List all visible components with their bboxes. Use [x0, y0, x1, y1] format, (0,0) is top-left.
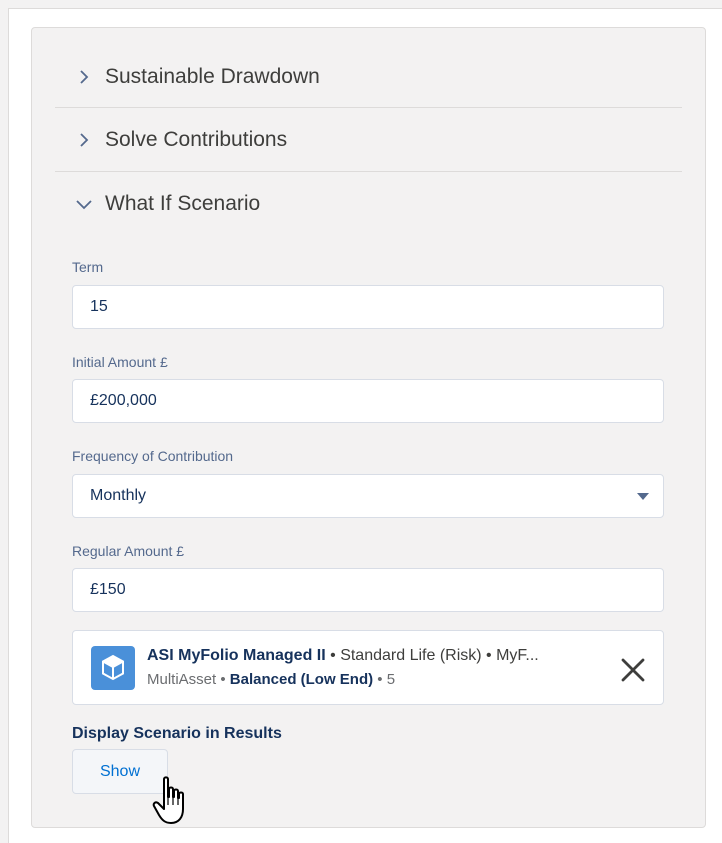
- frequency-select[interactable]: Monthly: [72, 474, 664, 518]
- fund-name: ASI MyFolio Managed II: [147, 647, 326, 664]
- section-what-if-scenario[interactable]: What If Scenario: [55, 173, 682, 235]
- initial-amount-value: £200,000: [90, 392, 157, 409]
- term-value: 15: [90, 298, 108, 315]
- cube-icon: [91, 646, 135, 690]
- regular-amount-label: Regular Amount £: [72, 543, 185, 559]
- initial-amount-label: Initial Amount £: [72, 354, 168, 370]
- remove-fund-button[interactable]: [618, 655, 648, 685]
- close-icon: [621, 658, 645, 682]
- section-title: What If Scenario: [105, 192, 261, 215]
- section-title: Solve Contributions: [105, 128, 288, 151]
- frequency-value: Monthly: [90, 487, 147, 504]
- separator: •: [216, 671, 230, 688]
- separator: •: [373, 671, 387, 688]
- term-input[interactable]: 15: [72, 285, 664, 329]
- section-solve-contributions[interactable]: Solve Contributions: [55, 109, 682, 171]
- fund-provider: Standard Life (Risk): [340, 647, 482, 664]
- frequency-label: Frequency of Contribution: [72, 448, 234, 464]
- separator: •: [481, 647, 497, 664]
- regular-amount-value: £150: [90, 581, 126, 598]
- initial-amount-input[interactable]: £200,000: [72, 379, 664, 423]
- separator: •: [325, 647, 341, 664]
- chevron-right-icon: [73, 66, 95, 88]
- display-scenario-label: Display Scenario in Results: [72, 725, 282, 742]
- divider: [55, 107, 682, 108]
- fund-title-line: ASI MyFolio Managed II • Standard Life (…: [147, 647, 539, 665]
- dropdown-arrow-icon: [637, 493, 649, 500]
- regular-amount-input[interactable]: £150: [72, 568, 664, 612]
- chevron-right-icon: [73, 129, 95, 151]
- fund-asset-class: MultiAsset: [147, 671, 217, 688]
- section-title: Sustainable Drawdown: [105, 65, 320, 88]
- divider: [55, 171, 682, 172]
- fund-risk-level: 5: [386, 671, 396, 688]
- fund-risk: Balanced (Low End): [229, 671, 374, 688]
- section-sustainable-drawdown[interactable]: Sustainable Drawdown: [55, 46, 682, 108]
- term-label: Term: [72, 259, 104, 275]
- chevron-down-icon: [73, 193, 95, 215]
- fund-detail-line: MultiAsset • Balanced (Low End) • 5: [147, 671, 395, 688]
- fund-abbrev: MyF...: [496, 647, 539, 664]
- hand-cursor-icon: [152, 776, 184, 824]
- fund-card: ASI MyFolio Managed II • Standard Life (…: [72, 630, 664, 705]
